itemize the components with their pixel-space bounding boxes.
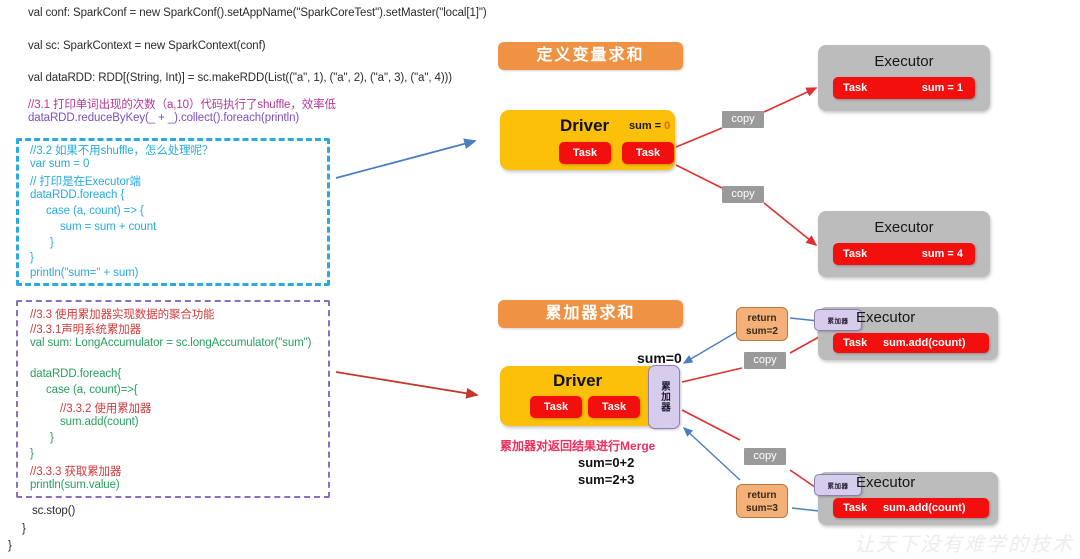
copy-chip-top-2: copy bbox=[722, 186, 764, 203]
code-line: } bbox=[8, 540, 12, 552]
executor-task-chip: Task sum.add(count) bbox=[833, 333, 989, 353]
arrow-code-to-driver-top bbox=[335, 138, 477, 179]
arrow-return-2b bbox=[682, 427, 741, 481]
arrow-driver-to-executor-2a bbox=[675, 164, 723, 189]
code-line: dataRDD.reduceByKey(_ + _).collect().for… bbox=[28, 112, 300, 124]
code-line: val sc: SparkContext = new SparkContext(… bbox=[28, 40, 266, 52]
merge-step-line: sum=2+3 bbox=[578, 472, 635, 487]
banner-define-variable-sum: 定义变量求和 bbox=[498, 42, 683, 70]
driver-sum-label: sum = bbox=[629, 120, 665, 132]
code-line: dataRDD.foreach{ bbox=[30, 368, 122, 380]
executor-title: Executor bbox=[874, 53, 934, 70]
executor-task-chip: Task sum.add(count) bbox=[833, 498, 989, 518]
driver-accumulator-box: 累加器 bbox=[648, 365, 680, 429]
executor-title: Executor bbox=[856, 474, 916, 491]
return-chip-line2: sum=2 bbox=[746, 326, 778, 337]
executor-title: Executor bbox=[874, 219, 934, 236]
executor-task-call: sum.add(count) bbox=[883, 337, 966, 349]
code-line: println(sum.value) bbox=[30, 479, 120, 491]
driver-sum-top: sum = 0 bbox=[629, 120, 670, 132]
code-line: } bbox=[22, 523, 26, 535]
executor-task-chip: Task sum = 4 bbox=[833, 243, 975, 265]
code-line: } bbox=[30, 252, 34, 264]
executor-task-label: Task bbox=[843, 337, 868, 349]
merge-step-line: sum=0+2 bbox=[578, 455, 635, 470]
executor-task-label: Task bbox=[843, 502, 868, 514]
copy-chip-top-1: copy bbox=[722, 111, 764, 128]
merge-description-label: 累加器对返回结果进行Merge bbox=[500, 439, 656, 453]
executor-accumulator-label: 累加器 bbox=[827, 318, 849, 325]
code-comment: //3.3.2 使用累加器 bbox=[60, 403, 152, 415]
driver-task-chip: Task bbox=[622, 142, 674, 164]
executor-task-call: sum.add(count) bbox=[883, 502, 966, 514]
code-line: } bbox=[50, 432, 54, 444]
driver-task-chip: Task bbox=[588, 396, 640, 418]
driver-task-chip: Task bbox=[530, 396, 582, 418]
arrow-driver-to-executor-2b bbox=[763, 202, 818, 247]
code-line: val dataRDD: RDD[(String, Int)] = sc.mak… bbox=[28, 72, 453, 84]
arrow-driver-to-executor-1a bbox=[675, 127, 723, 148]
return-chip-2: return sum=3 bbox=[736, 484, 788, 518]
executor-accumulator-box: 累加器 bbox=[814, 474, 862, 496]
arrow-acc-to-executor-1a bbox=[681, 367, 743, 383]
code-comment: //3.2 如果不用shuffle，怎么处理呢？ bbox=[30, 145, 214, 157]
driver-task-chip: Task bbox=[559, 142, 611, 164]
copy-chip-bottom-2: copy bbox=[744, 448, 786, 465]
executor-accumulator-label: 累加器 bbox=[827, 483, 849, 490]
executor-accumulator-box: 累加器 bbox=[814, 309, 862, 331]
code-line: val conf: SparkConf = new SparkConf().se… bbox=[28, 7, 487, 19]
diagram-canvas: val conf: SparkConf = new SparkConf().se… bbox=[0, 0, 1080, 559]
code-line: case (a, count)=>{ bbox=[46, 384, 138, 396]
driver-accumulator-label: 累加器 bbox=[659, 381, 670, 413]
arrow-code-to-driver-bottom bbox=[335, 371, 479, 399]
driver-sum-value: 0 bbox=[664, 120, 671, 132]
return-chip-line2: sum=3 bbox=[746, 503, 778, 514]
arrow-return-1b bbox=[682, 329, 741, 364]
code-comment: //3.1 打印单词出现的次数（a,10）代码执行了shuffle，效率低 bbox=[28, 99, 336, 111]
code-line: sum.add(count) bbox=[60, 416, 139, 428]
return-chip-1: return sum=2 bbox=[736, 307, 788, 341]
code-comment: //3.3.1声明系统累加器 bbox=[30, 324, 142, 336]
copy-chip-bottom-1: copy bbox=[744, 352, 786, 369]
executor-task-sum: sum = 1 bbox=[921, 82, 963, 94]
code-line: sc.stop() bbox=[32, 505, 76, 517]
code-comment: // 打印是在Executor端 bbox=[30, 176, 141, 188]
driver-title-bottom: Driver bbox=[553, 371, 603, 390]
executor-task-chip: Task sum = 1 bbox=[833, 77, 975, 99]
code-line: println("sum=" + sum) bbox=[30, 267, 139, 279]
code-line: val sum: LongAccumulator = sc.longAccumu… bbox=[30, 337, 312, 349]
executor-title: Executor bbox=[856, 309, 916, 326]
return-chip-line1: return bbox=[747, 490, 777, 501]
arrow-acc-to-executor-2a bbox=[681, 409, 741, 441]
executor-task-label: Task bbox=[843, 82, 868, 94]
executor-task-label: Task bbox=[843, 248, 868, 260]
code-line: } bbox=[30, 448, 34, 460]
code-line: } bbox=[50, 237, 54, 249]
executor-task-sum: sum = 4 bbox=[921, 248, 963, 260]
return-chip-line1: return bbox=[747, 313, 777, 324]
banner-accumulator-sum: 累加器求和 bbox=[498, 300, 683, 328]
code-comment: //3.3 使用累加器实现数据的聚合功能 bbox=[30, 309, 215, 321]
accumulator-sum-zero-label: sum=0 bbox=[637, 350, 682, 366]
code-line: var sum = 0 bbox=[30, 158, 90, 170]
arrow-driver-to-executor-1b bbox=[763, 87, 818, 113]
code-line: case (a, count) => { bbox=[46, 205, 144, 217]
code-line: dataRDD.foreach { bbox=[30, 189, 125, 201]
code-line: sum = sum + count bbox=[60, 221, 157, 233]
driver-title-top: Driver bbox=[560, 116, 610, 135]
code-comment: //3.3.3 获取累加器 bbox=[30, 466, 122, 478]
watermark: 让天下没有难学的技术 bbox=[854, 534, 1074, 556]
